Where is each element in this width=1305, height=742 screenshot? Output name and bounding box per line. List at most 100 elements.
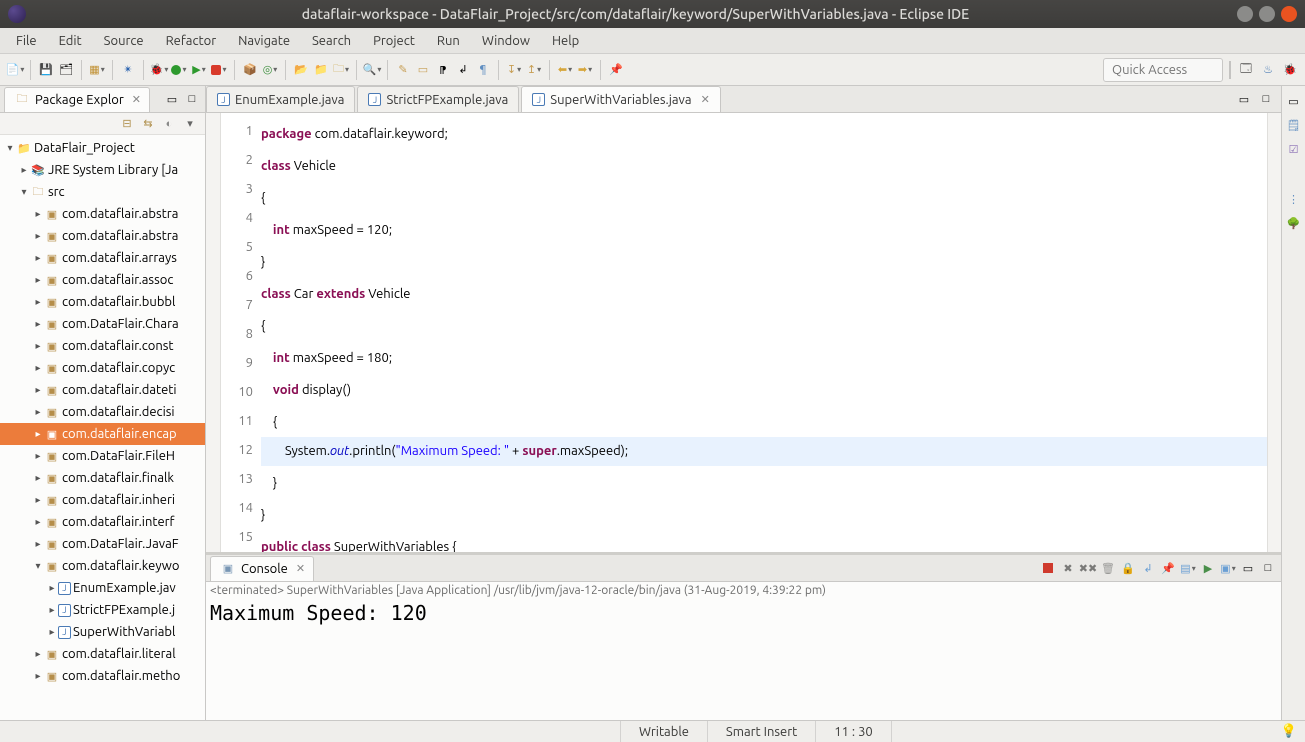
tree-item[interactable]: ▸▣com.dataflair.const	[0, 335, 205, 357]
editor-tab-2[interactable]: JSuperWithVariables.java✕	[521, 86, 721, 112]
editor-tab-0[interactable]: JEnumExample.java	[206, 86, 355, 112]
tree-item[interactable]: ▸JEnumExample.jav	[0, 577, 205, 599]
tree-item[interactable]: ▸▣com.dataflair.dateti	[0, 379, 205, 401]
close-button[interactable]	[1281, 6, 1297, 22]
search-icon[interactable]: 🔍	[363, 61, 381, 79]
run-icon[interactable]	[170, 61, 188, 79]
remove-all-icon[interactable]: ✖✖	[1079, 559, 1097, 577]
new-package-icon[interactable]: 📦	[241, 61, 259, 79]
focus-task-icon[interactable]: ◐	[160, 115, 178, 133]
open-console-icon[interactable]: ▣	[1219, 559, 1237, 577]
tree-item[interactable]: ▸▣com.dataflair.bubbl	[0, 291, 205, 313]
menu-help[interactable]: Help	[542, 31, 589, 51]
display-console-icon[interactable]: ▤	[1179, 559, 1197, 577]
menu-refactor[interactable]: Refactor	[156, 31, 227, 51]
code-area[interactable]: package com.dataflair.keyword; class Veh…	[261, 113, 1267, 552]
pin-icon[interactable]: ¶	[474, 61, 492, 79]
overview-ruler[interactable]	[1267, 113, 1281, 552]
menu-search[interactable]: Search	[302, 31, 361, 51]
outline-icon[interactable]: 🗒	[1285, 116, 1303, 134]
word-wrap-icon[interactable]: ↲	[1139, 559, 1157, 577]
next-annotation-icon[interactable]: ↧	[505, 61, 523, 79]
close-console-icon[interactable]: ✕	[296, 562, 305, 575]
remove-launch-icon[interactable]: ✖	[1059, 559, 1077, 577]
tree-item[interactable]: ▸📚JRE System Library [Ja	[0, 159, 205, 181]
show-whitespace-icon[interactable]: ⁋	[434, 61, 452, 79]
tree-item[interactable]: ▸▣com.DataFlair.JavaF	[0, 533, 205, 555]
toggle-mark-icon[interactable]: ✎	[394, 61, 412, 79]
tree-item[interactable]: ▾🗀src	[0, 181, 205, 203]
open-perspective-icon[interactable]: 🗔	[1237, 61, 1255, 79]
tree-item[interactable]: ▸▣com.dataflair.decisi	[0, 401, 205, 423]
pin-editor-icon[interactable]: 📌	[607, 61, 625, 79]
forward-icon[interactable]: ➡	[576, 61, 594, 79]
annotation-ruler[interactable]	[206, 113, 221, 552]
outline-view-icon[interactable]: ⋮	[1285, 190, 1303, 208]
debug-perspective-icon[interactable]: 🐞	[1281, 61, 1299, 79]
tip-icon[interactable]: 💡	[1281, 724, 1305, 739]
ext-tools-icon[interactable]	[210, 61, 228, 79]
menu-navigate[interactable]: Navigate	[228, 31, 300, 51]
package-explorer-tab[interactable]: 🗀 Package Explor ✕	[4, 87, 150, 112]
close-tab-icon[interactable]: ✕	[701, 93, 710, 106]
tree-item[interactable]: ▸▣com.dataflair.interf	[0, 511, 205, 533]
toggle-word-wrap-icon[interactable]: ↲	[454, 61, 472, 79]
pin-console-icon[interactable]: 📌	[1159, 559, 1177, 577]
save-icon[interactable]: 💾	[37, 61, 55, 79]
tree-item[interactable]: ▾📁DataFlair_Project	[0, 137, 205, 159]
skip-breakpoints-icon[interactable]: ✴	[119, 61, 137, 79]
tree-item[interactable]: ▸JStrictFPExample.j	[0, 599, 205, 621]
back-icon[interactable]: ⬅	[556, 61, 574, 79]
tree-item[interactable]: ▸▣com.dataflair.inheri	[0, 489, 205, 511]
maximize-button[interactable]	[1259, 6, 1275, 22]
view-menu-icon[interactable]: ▾	[181, 115, 199, 133]
view-maximize-icon[interactable]: □	[183, 90, 201, 108]
tree-item[interactable]: ▸▣com.dataflair.finalk	[0, 467, 205, 489]
show-console-on-out-icon[interactable]: ▶	[1199, 559, 1217, 577]
tree-item[interactable]: ▸▣com.dataflair.abstra	[0, 225, 205, 247]
menu-run[interactable]: Run	[427, 31, 470, 51]
tree-item[interactable]: ▸▣com.DataFlair.FileH	[0, 445, 205, 467]
editor-tab-1[interactable]: JStrictFPExample.java	[357, 86, 519, 112]
tree-item[interactable]: ▸▣com.dataflair.copyc	[0, 357, 205, 379]
editor-minimize-icon[interactable]: ▭	[1235, 90, 1253, 108]
minimize-button[interactable]	[1237, 6, 1253, 22]
clear-console-icon[interactable]: 🗑	[1099, 559, 1117, 577]
menu-project[interactable]: Project	[363, 31, 425, 51]
debug-icon[interactable]: 🐞	[150, 61, 168, 79]
prev-annotation-icon[interactable]: ↥	[525, 61, 543, 79]
code-editor[interactable]: 123456789101112131415 package com.datafl…	[206, 113, 1281, 552]
tree-item[interactable]: ▾▣com.dataflair.keywo	[0, 555, 205, 577]
quick-access-input[interactable]	[1103, 58, 1223, 82]
package-tree[interactable]: ▾📁DataFlair_Project▸📚JRE System Library …	[0, 135, 205, 720]
view-minimize-icon[interactable]: ▭	[163, 90, 181, 108]
menu-edit[interactable]: Edit	[49, 31, 92, 51]
open-type-icon[interactable]: 📂	[292, 61, 310, 79]
coverage-icon[interactable]: ▶	[190, 61, 208, 79]
console-maximize-icon[interactable]: □	[1259, 559, 1277, 577]
tree-item[interactable]: ▸▣com.dataflair.literal	[0, 643, 205, 665]
menu-file[interactable]: File	[6, 31, 47, 51]
console-tab[interactable]: ▣ Console ✕	[210, 556, 314, 581]
restore-icon[interactable]: ▭	[1285, 92, 1303, 110]
console-output[interactable]: Maximum Speed: 120	[206, 599, 1281, 720]
editor-maximize-icon[interactable]: □	[1257, 90, 1275, 108]
tree-item[interactable]: ▸▣com.dataflair.assoc	[0, 269, 205, 291]
tasks-icon[interactable]: ☑	[1285, 140, 1303, 158]
link-editor-icon[interactable]: ⇆	[139, 115, 157, 133]
menu-source[interactable]: Source	[94, 31, 154, 51]
save-all-icon[interactable]: 🗂	[57, 61, 75, 79]
java-perspective-icon[interactable]: ♨	[1259, 61, 1277, 79]
menu-window[interactable]: Window	[472, 31, 540, 51]
tree-item[interactable]: ▸JSuperWithVariabl	[0, 621, 205, 643]
tree-item[interactable]: ▸▣com.dataflair.metho	[0, 665, 205, 687]
open-task-icon[interactable]: 📁	[312, 61, 330, 79]
toggle-breadcrumb-icon[interactable]: ▦	[88, 61, 106, 79]
console-minimize-icon[interactable]: ▭	[1239, 559, 1257, 577]
close-view-icon[interactable]: ✕	[132, 93, 141, 106]
toggle-block-icon[interactable]: ▭	[414, 61, 432, 79]
tree-item[interactable]: ▸▣com.dataflair.arrays	[0, 247, 205, 269]
type-hierarchy-icon[interactable]: 🌳	[1285, 214, 1303, 232]
run-last-icon[interactable]: 🗀	[332, 61, 350, 79]
terminate-icon[interactable]	[1039, 559, 1057, 577]
